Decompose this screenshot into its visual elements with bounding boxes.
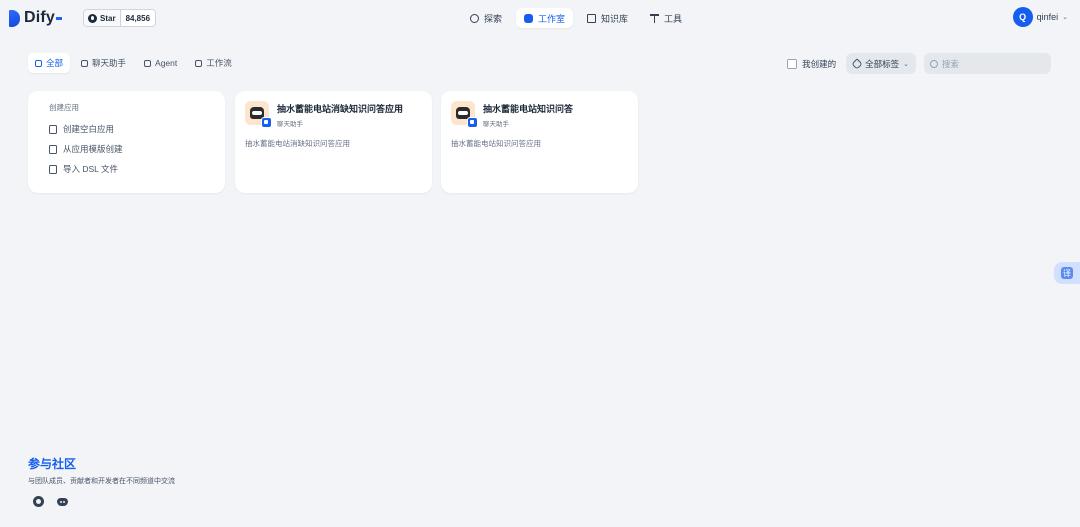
community-section: 参与社区 与团队成员、贡献者和开发者在不同频道中交流 — [28, 455, 175, 507]
file-plus-icon — [49, 124, 57, 134]
import-dsl-label: 导入 DSL 文件 — [63, 164, 118, 174]
filter-controls: 我创建的 全部标签 ⌄ 搜索 — [787, 53, 1051, 74]
robot-icon — [524, 13, 534, 23]
workflow-icon — [195, 59, 203, 67]
nav-tools-label: 工具 — [664, 13, 683, 24]
app-card[interactable]: 抽水蓄能电站消缺知识问答应用 聊天助手 抽水蓄能电站消缺知识问答应用 — [235, 91, 432, 193]
app-type-tabs: 全部 聊天助手 Agent 工作流 — [28, 53, 239, 73]
search-placeholder: 搜索 — [942, 58, 960, 69]
github-star-count: 84,856 — [125, 13, 151, 23]
search-icon — [930, 59, 938, 68]
nav-tools[interactable]: 工具 — [642, 8, 690, 28]
nav-explore-label: 探索 — [484, 13, 503, 24]
logo-underscore — [56, 16, 63, 20]
tab-workflow[interactable]: 工作流 — [188, 53, 239, 73]
nav-knowledge[interactable]: 知识库 — [579, 8, 636, 28]
created-by-me-checkbox[interactable] — [787, 58, 798, 69]
tag-icon — [851, 57, 863, 70]
app-avatar — [451, 101, 478, 128]
create-app-card: 创建应用 创建空白应用 从应用模版创建 导入 DSL 文件 — [28, 91, 225, 193]
github-icon — [88, 13, 97, 23]
main-nav: 探索 工作室 知识库 工具 — [462, 8, 690, 28]
search-input[interactable]: 搜索 — [924, 53, 1051, 74]
app-card[interactable]: 抽水蓄能电站知识问答 聊天助手 抽水蓄能电站知识问答应用 — [441, 91, 638, 193]
tool-icon — [650, 13, 660, 23]
chevron-down-icon: ⌄ — [1062, 14, 1068, 21]
translate-button[interactable]: 译 — [1054, 262, 1080, 284]
top-bar: Dify Star 84,856 探索 工作室 知识库 工具 Q qinfei … — [0, 0, 1080, 36]
logo-text: Dify — [24, 9, 56, 26]
github-star-button[interactable]: Star 84,856 — [83, 9, 157, 27]
nav-studio[interactable]: 工作室 — [516, 8, 574, 28]
dify-logo[interactable]: Dify — [9, 9, 63, 27]
discord-icon[interactable] — [57, 497, 68, 506]
nav-knowledge-label: 知识库 — [601, 13, 629, 24]
chat-badge-icon — [467, 117, 478, 128]
avatar: Q — [1012, 7, 1033, 27]
app-type: 聊天助手 — [277, 121, 303, 128]
tab-all[interactable]: 全部 — [28, 53, 71, 73]
tab-agent[interactable]: Agent — [137, 53, 184, 73]
import-icon — [49, 164, 57, 174]
created-by-me-toggle[interactable]: 我创建的 — [787, 58, 836, 70]
tab-chat-assistant-label: 聊天助手 — [92, 58, 127, 68]
create-app-title: 创建应用 — [49, 103, 79, 112]
template-icon — [49, 144, 57, 154]
app-name: 抽水蓄能电站知识问答 — [483, 104, 574, 114]
tag-filter-dropdown[interactable]: 全部标签 ⌄ — [846, 53, 916, 74]
nav-explore[interactable]: 探索 — [462, 8, 510, 28]
chat-icon — [81, 59, 89, 67]
create-from-template-button[interactable]: 从应用模版创建 — [49, 139, 204, 159]
translate-icon: 译 — [1061, 267, 1073, 279]
tab-all-label: 全部 — [46, 58, 64, 68]
github-star-label: Star — [100, 13, 116, 23]
app-type: 聊天助手 — [483, 121, 509, 128]
chat-badge-icon — [261, 117, 272, 128]
tab-chat-assistant[interactable]: 聊天助手 — [74, 53, 133, 73]
logo-mark-icon — [9, 9, 20, 27]
community-title: 参与社区 — [28, 457, 77, 471]
import-dsl-button[interactable]: 导入 DSL 文件 — [49, 159, 204, 179]
chevron-down-icon: ⌄ — [903, 60, 909, 68]
app-name: 抽水蓄能电站消缺知识问答应用 — [277, 104, 404, 114]
user-menu[interactable]: Q qinfei ⌄ — [1012, 7, 1068, 27]
tab-agent-label: Agent — [155, 58, 178, 68]
create-blank-app-button[interactable]: 创建空白应用 — [49, 119, 204, 139]
create-blank-app-label: 创建空白应用 — [63, 124, 115, 134]
tag-filter-label: 全部标签 — [865, 58, 900, 69]
grid-icon — [35, 59, 42, 67]
nav-studio-label: 工作室 — [538, 13, 566, 24]
app-description: 抽水蓄能电站知识问答应用 — [451, 139, 541, 148]
tab-workflow-label: 工作流 — [206, 58, 232, 68]
created-by-me-label: 我创建的 — [802, 58, 837, 69]
github-icon[interactable] — [33, 496, 44, 507]
user-name: qinfei — [1036, 12, 1059, 22]
book-icon — [587, 13, 597, 23]
app-avatar — [245, 101, 272, 128]
create-from-template-label: 从应用模版创建 — [63, 144, 123, 154]
agent-icon — [144, 59, 152, 67]
app-description: 抽水蓄能电站消缺知识问答应用 — [245, 139, 350, 148]
community-description: 与团队成员、贡献者和开发者在不同频道中交流 — [28, 478, 175, 485]
compass-icon — [470, 13, 479, 23]
